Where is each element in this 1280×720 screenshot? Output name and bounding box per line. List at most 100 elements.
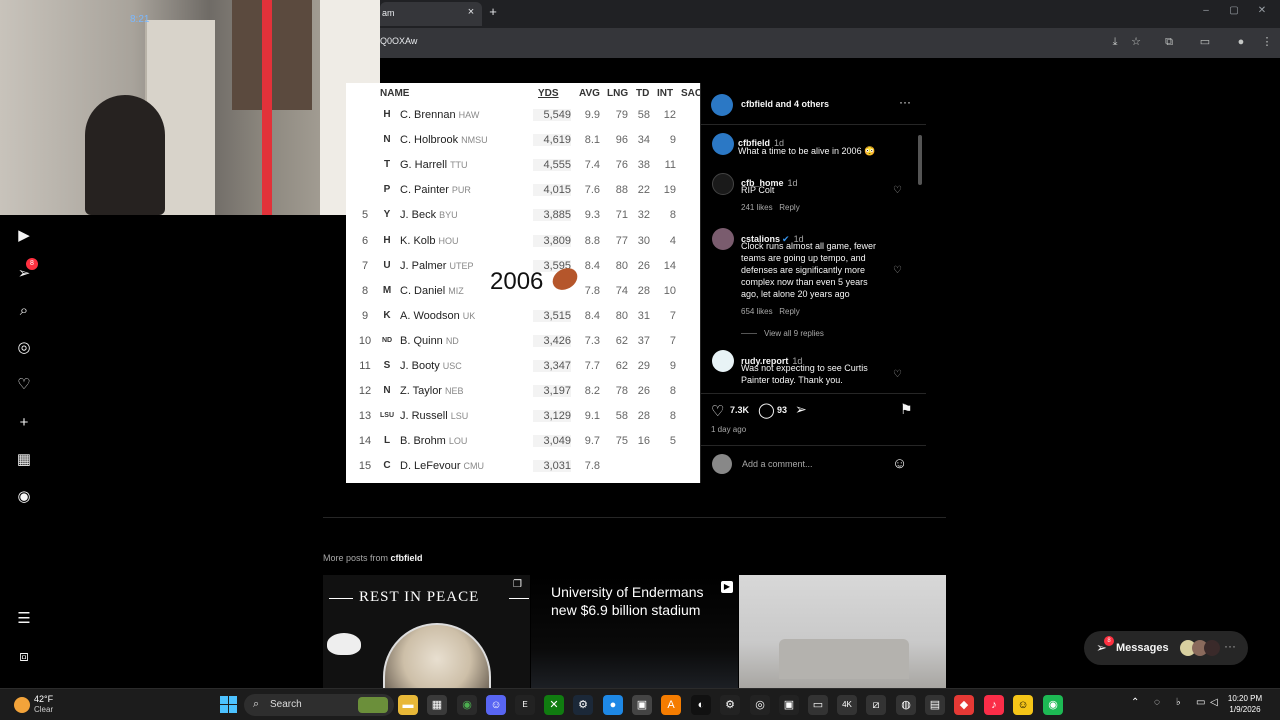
- rip-rule-right: [509, 598, 529, 599]
- taskbar-time[interactable]: 10:20 PM: [1222, 694, 1268, 703]
- volume-icon[interactable]: ◁: [1210, 697, 1218, 708]
- microphone-icon[interactable]: ♭: [1176, 697, 1181, 708]
- file-explorer-icon[interactable]: ▬: [398, 695, 418, 715]
- header-yds: YDS: [538, 88, 559, 99]
- app-icon[interactable]: ▭: [808, 695, 828, 715]
- window-maximize-button[interactable]: ▢: [1224, 5, 1244, 19]
- comment-avatar[interactable]: [712, 350, 734, 372]
- more-post-thumbnail[interactable]: University of Endermans new $6.9 billion…: [531, 575, 738, 688]
- yards-per-attempt: 8.8: [584, 234, 600, 247]
- music-icon[interactable]: ♪: [984, 695, 1004, 715]
- dashboard-icon[interactable]: ▦: [12, 448, 36, 472]
- profile-avatar-icon[interactable]: ●: [1232, 34, 1250, 50]
- profile-icon[interactable]: ◉: [12, 485, 36, 509]
- more-post-thumbnail[interactable]: REST IN PEACE ❐: [323, 575, 530, 688]
- minecraft-icon[interactable]: ▣: [632, 695, 652, 715]
- settings-gear-icon[interactable]: ⚙: [720, 695, 740, 715]
- like-comment-heart-icon[interactable]: ♡: [893, 185, 902, 196]
- weather-icon[interactable]: [14, 697, 30, 713]
- author-username[interactable]: cfbfield: [741, 99, 773, 109]
- comment-bubble-icon[interactable]: ◯: [758, 401, 775, 419]
- extensions-icon[interactable]: ⧉: [1160, 34, 1178, 50]
- more-options-icon[interactable]: ···: [899, 95, 911, 109]
- app-icon[interactable]: ◍: [896, 695, 916, 715]
- install-app-icon[interactable]: ⤓: [1106, 34, 1124, 50]
- window-close-button[interactable]: ✕: [1252, 5, 1272, 19]
- chrome-icon[interactable]: ◉: [457, 695, 477, 715]
- new-tab-button[interactable]: +: [486, 5, 500, 19]
- notifications-heart-icon[interactable]: ♡: [12, 373, 36, 397]
- spotify-icon[interactable]: ◉: [1043, 695, 1063, 715]
- webcam-chair: [85, 95, 165, 215]
- interceptions: 10: [663, 284, 676, 297]
- messages-button[interactable]: ➢ 8 Messages ···: [1084, 631, 1248, 665]
- app-icon[interactable]: ▣: [779, 695, 799, 715]
- comments-scroll-thumb[interactable]: [918, 135, 922, 185]
- search-icon[interactable]: ⌕: [12, 299, 36, 323]
- taskbar-date[interactable]: 1/9/2026: [1222, 705, 1268, 714]
- discord-icon[interactable]: ☺: [486, 695, 506, 715]
- comment-likes[interactable]: 654 likes: [741, 307, 773, 316]
- weather-temperature[interactable]: 42°F: [34, 694, 53, 704]
- close-tab-icon[interactable]: ×: [465, 6, 477, 18]
- browser-menu-icon[interactable]: ⋮: [1258, 34, 1276, 50]
- app-icon[interactable]: 4K: [837, 695, 857, 715]
- more-menu-icon[interactable]: ☰: [12, 607, 36, 631]
- comment-likes[interactable]: 241 likes: [741, 203, 773, 212]
- tray-icon[interactable]: ◌: [1154, 697, 1160, 708]
- comment-avatar[interactable]: [712, 173, 734, 195]
- create-plus-icon[interactable]: +: [12, 411, 36, 435]
- table-row: 9 K A. Woodson UK 3,515 8.4 80 31 7: [346, 304, 700, 329]
- reels-icon[interactable]: ▶: [12, 224, 36, 248]
- app-icon[interactable]: A: [661, 695, 681, 715]
- app-icon[interactable]: ⧄: [866, 695, 886, 715]
- app-icon[interactable]: ◎: [750, 695, 770, 715]
- caption-avatar[interactable]: [712, 133, 734, 155]
- author-avatar[interactable]: [711, 94, 733, 116]
- reply-button[interactable]: Reply: [779, 203, 799, 212]
- app-icon[interactable]: ▤: [925, 695, 945, 715]
- more-posts-username[interactable]: cfbfield: [391, 553, 423, 563]
- taskbar-search[interactable]: ⌕ Search: [244, 694, 394, 716]
- show-hidden-icons-icon[interactable]: ⌃: [1131, 697, 1139, 708]
- windows-start-icon[interactable]: [220, 696, 237, 713]
- network-icon[interactable]: ▭: [1196, 697, 1205, 708]
- save-bookmark-icon[interactable]: ⚑: [900, 401, 913, 418]
- share-icon[interactable]: ➢: [795, 401, 807, 418]
- sidebar-toggle-icon[interactable]: ▭: [1196, 34, 1214, 50]
- more-post-thumbnail[interactable]: [739, 575, 946, 688]
- app-icon[interactable]: ◐: [691, 695, 711, 715]
- steam-icon[interactable]: ⚙: [573, 695, 593, 715]
- comment-text: RIP Colt: [741, 185, 775, 195]
- view-replies-button[interactable]: View all 9 replies: [764, 329, 824, 338]
- like-heart-icon[interactable]: ♡: [711, 402, 724, 420]
- app-icon[interactable]: ●: [603, 695, 623, 715]
- emoji-picker-icon[interactable]: ☺: [892, 455, 907, 472]
- longest-pass: 58: [615, 410, 628, 423]
- add-comment-input[interactable]: Add a comment...: [742, 459, 813, 469]
- interceptions: 5: [669, 435, 676, 448]
- reply-button[interactable]: Reply: [779, 307, 799, 316]
- app-icon[interactable]: ☺: [1013, 695, 1033, 715]
- like-comment-heart-icon[interactable]: ♡: [893, 265, 902, 276]
- url-text[interactable]: Q0OXAw: [380, 36, 417, 50]
- bookmark-star-icon[interactable]: ☆: [1127, 34, 1145, 50]
- author-others[interactable]: and 4 others: [776, 99, 830, 109]
- interceptions: 8: [669, 410, 676, 423]
- direct-messages-icon[interactable]: ➢ 8: [12, 258, 38, 286]
- player-name-text: C. Brennan: [400, 109, 456, 121]
- epic-games-icon[interactable]: E: [515, 695, 535, 715]
- comment-avatar[interactable]: [712, 228, 734, 250]
- store-icon[interactable]: ▦: [427, 695, 447, 715]
- like-comment-heart-icon[interactable]: ♡: [893, 369, 902, 380]
- post-image[interactable]: NAME YDS AVG LNG TD INT SAC H C. Brennan H…: [346, 83, 700, 483]
- xbox-icon[interactable]: ✕: [544, 695, 564, 715]
- window-minimize-button[interactable]: –: [1196, 5, 1216, 19]
- touchdowns: 28: [637, 284, 650, 297]
- also-from-meta-icon[interactable]: ⧈: [12, 645, 36, 669]
- interceptions: 8: [669, 209, 676, 222]
- app-icon[interactable]: ◆: [954, 695, 974, 715]
- like-count[interactable]: 7.3K: [730, 405, 749, 415]
- header-avg: AVG: [579, 88, 600, 99]
- explore-compass-icon[interactable]: ◎: [12, 336, 36, 360]
